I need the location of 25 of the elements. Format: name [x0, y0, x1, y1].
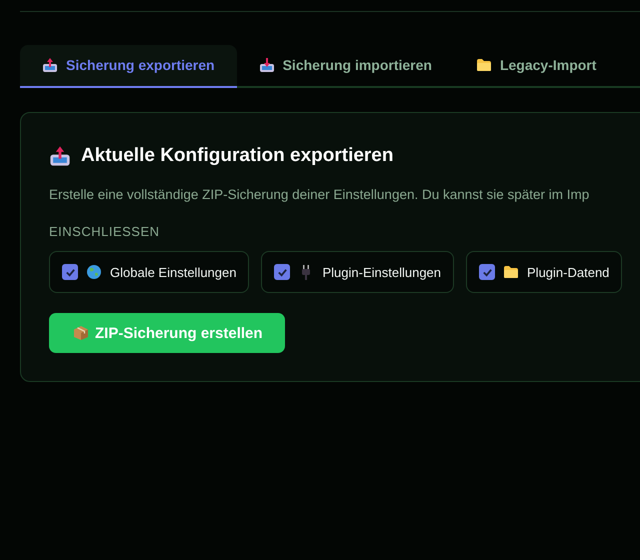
option-label: Plugin-Einstellungen: [322, 264, 442, 280]
globe-icon: [86, 264, 102, 280]
tab[interactable]: Sicherung exportieren: [20, 45, 237, 88]
option-label: Globale Einstellungen: [110, 264, 236, 280]
folder-icon: [476, 57, 492, 73]
tray-arrow-up-icon: [49, 145, 71, 167]
check-icon: [64, 266, 76, 278]
option-label: Plugin-Datend: [527, 264, 610, 280]
option-chip[interactable]: Plugin-Datend: [466, 251, 622, 293]
option-chip[interactable]: Globale Einstellungen: [49, 251, 250, 293]
folder-icon: [503, 264, 520, 280]
checkbox[interactable]: [62, 264, 78, 280]
description: Erstelle eine vollständige ZIP-Sicherung deiner Einstellungen. Du kannst sie später im Imp: [49, 187, 590, 202]
section-label: EINSCHLIESSEN: [49, 224, 161, 239]
package-icon: [73, 325, 89, 341]
check-icon: [276, 266, 288, 278]
tray-arrow-down-icon: [258, 57, 275, 73]
checkbox[interactable]: [274, 264, 290, 280]
check-icon: [482, 266, 493, 278]
tab[interactable]: Sicherung importieren: [236, 45, 454, 88]
option-chip[interactable]: Plugin-Einstellungen: [261, 251, 454, 293]
tab[interactable]: Legacy-Import: [454, 45, 618, 88]
card-title: Aktuelle Konfiguration exportieren: [81, 145, 394, 167]
checkbox[interactable]: [479, 264, 496, 280]
tray-arrow-up-icon: [42, 57, 58, 73]
